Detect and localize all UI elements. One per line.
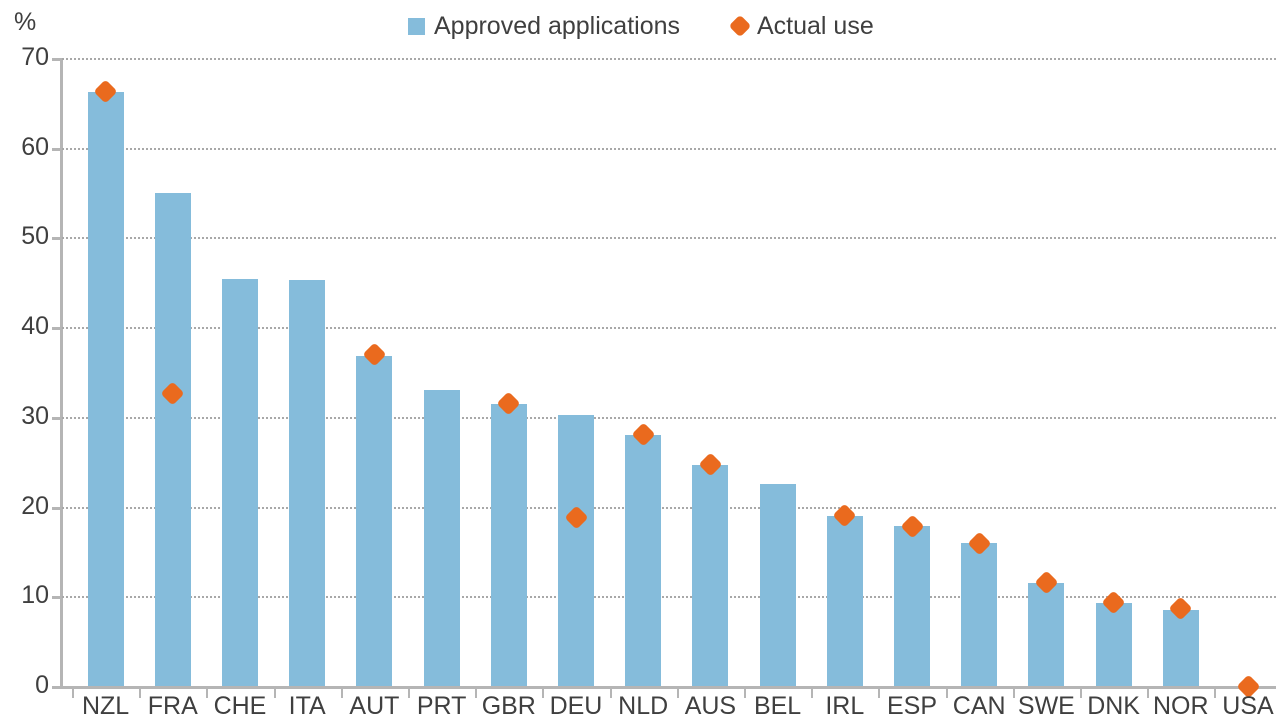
y-axis-tick-label: 10 <box>21 581 49 610</box>
bar[interactable] <box>1095 603 1132 686</box>
bar[interactable] <box>490 404 527 686</box>
y-axis-tick-label: 0 <box>35 671 49 699</box>
bar[interactable] <box>558 415 594 686</box>
y-axis-tick <box>52 416 62 420</box>
x-axis-tick-label: AUS <box>684 692 737 720</box>
x-axis-tick-label: USA <box>1222 692 1274 720</box>
gridline <box>62 237 1276 240</box>
x-axis-tick-label: IRL <box>825 692 865 720</box>
bar[interactable] <box>625 434 662 686</box>
chart-container: % Approved applications Actual use 0 10 20… <box>0 0 1280 720</box>
x-axis-tick-label: ESP <box>886 692 937 720</box>
x-axis-tick-label: SWE <box>1017 692 1075 720</box>
x-axis-tick-label: GBR <box>481 692 536 720</box>
x-axis-tick-label: DNK <box>1087 692 1140 720</box>
bar[interactable] <box>87 92 124 686</box>
bar[interactable] <box>1028 582 1065 686</box>
y-axis-tick <box>52 237 62 241</box>
legend-item-approved-applications[interactable]: Approved applications <box>408 11 680 40</box>
y-axis-tick <box>52 506 62 510</box>
bar[interactable] <box>759 484 796 686</box>
x-axis-tick-label: CHE <box>213 692 267 720</box>
x-axis-tick-label: BEL <box>753 692 802 720</box>
y-axis-tick <box>52 147 62 151</box>
legend-item-actual-use[interactable]: Actual use <box>728 11 874 40</box>
bar[interactable] <box>289 280 326 686</box>
x-axis-tick-label: FRA <box>147 692 198 720</box>
y-axis-tick-label: 70 <box>21 43 49 71</box>
bar[interactable] <box>356 355 393 686</box>
gridline <box>62 686 1276 689</box>
legend-label-actual-use: Actual use <box>757 11 874 40</box>
y-axis-tick-label: 50 <box>21 222 49 251</box>
x-axis-tick-label: AUT <box>349 692 400 720</box>
bar[interactable] <box>826 516 863 686</box>
bar[interactable] <box>894 526 930 686</box>
legend-label-approved-applications: Approved applications <box>434 11 680 40</box>
x-axis-tick-label: NLD <box>618 692 669 720</box>
y-axis-tick-label: 40 <box>21 312 49 341</box>
bar[interactable] <box>692 465 729 686</box>
x-axis-tick-label: ITA <box>288 692 326 720</box>
bar[interactable] <box>222 278 258 686</box>
chart-legend: Approved applications Actual use <box>408 8 874 44</box>
legend-square-icon <box>408 17 425 35</box>
y-axis-unit-label: % <box>14 8 37 36</box>
x-axis-tick-label: CAN <box>952 692 1006 720</box>
x-axis-tick-label: DEU <box>549 692 603 720</box>
gridline <box>62 147 1276 150</box>
x-axis-tick-label: PRT <box>416 692 467 720</box>
x-axis-tick-label: NOR <box>1153 692 1209 720</box>
y-axis-tick-label: 20 <box>21 491 49 520</box>
bar[interactable] <box>961 543 998 686</box>
bar[interactable] <box>154 192 191 686</box>
y-axis-tick <box>52 58 62 61</box>
y-axis-tick-label: 30 <box>21 401 49 430</box>
y-axis-tick-label: 60 <box>21 132 49 161</box>
x-axis-tick-label: NZL <box>81 692 130 720</box>
y-axis-tick <box>52 686 62 689</box>
plot-area <box>62 58 1276 699</box>
bar[interactable] <box>1162 609 1199 686</box>
legend-diamond-icon <box>728 14 752 38</box>
y-axis-tick <box>52 327 62 331</box>
gridline <box>62 58 1276 60</box>
y-axis-tick <box>52 596 62 600</box>
bar[interactable] <box>423 389 460 686</box>
